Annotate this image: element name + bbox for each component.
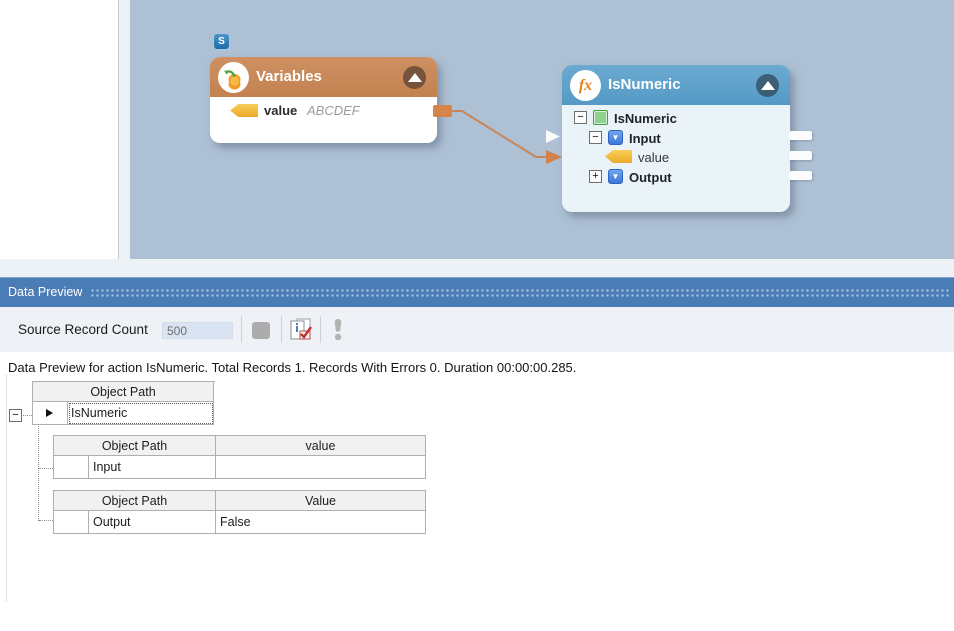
panel-grip-icon [90, 288, 950, 298]
stop-button[interactable] [252, 322, 270, 339]
data-preview-toolbar: Source Record Count [0, 307, 954, 352]
variable-value[interactable]: ABCDEF [307, 103, 360, 118]
input-result-table: Object Path value Input [53, 435, 426, 479]
triangle-up-icon [407, 73, 422, 82]
row-marker-icon [46, 409, 53, 417]
cell-input-path[interactable]: Input [89, 456, 216, 479]
isnumeric-port-3[interactable] [789, 171, 812, 180]
node-group-icon [608, 130, 623, 145]
field-tag-icon [605, 150, 632, 163]
panel-title: Data Preview [8, 285, 83, 299]
column-header: value [216, 436, 426, 456]
collapse-minus-icon[interactable] [589, 131, 602, 144]
tree-label: Output [629, 170, 672, 185]
step-badge[interactable]: S [213, 33, 230, 50]
variable-name[interactable]: value [264, 103, 297, 118]
source-record-count-label: Source Record Count [18, 322, 148, 337]
tree-row-input[interactable]: Input [562, 130, 790, 148]
left-panel-strip [119, 0, 130, 259]
toolbar-separator [241, 316, 242, 343]
tree-line [38, 426, 39, 521]
collapse-button[interactable] [403, 66, 426, 89]
tree-line [23, 415, 32, 416]
data-preview-panel-header[interactable]: Data Preview [0, 277, 954, 307]
field-tag-icon [230, 104, 258, 117]
preview-status-text: Data Preview for action IsNumeric. Total… [8, 360, 577, 375]
triangle-up-icon [760, 81, 775, 90]
row-collapse-minus-icon[interactable] [9, 409, 22, 422]
cell-isnumeric[interactable]: IsNumeric [68, 402, 214, 425]
tree-row-value[interactable]: value [562, 149, 790, 167]
variables-output-port[interactable] [433, 105, 452, 117]
node-group-icon [608, 169, 623, 184]
tree-label: value [638, 150, 670, 165]
root-result-table: Object Path IsNumeric [32, 381, 215, 425]
tree-row-isnumeric[interactable]: IsNumeric [562, 110, 790, 128]
column-header: Object Path [33, 382, 214, 402]
node-variables-title: Variables [256, 68, 322, 85]
function-icon: fx [570, 70, 601, 101]
column-header: Object Path [54, 491, 216, 511]
row-selector-cell[interactable] [54, 456, 89, 479]
isnumeric-port-2[interactable] [789, 151, 812, 160]
errors-button[interactable] [331, 318, 345, 342]
node-isnumeric-title: IsNumeric [608, 76, 681, 93]
tree-line [39, 520, 53, 521]
tree-row-output[interactable]: Output [562, 169, 790, 187]
node-isnumeric[interactable]: fx IsNumeric IsNumeric Input value Outpu… [562, 65, 790, 212]
collapse-minus-icon[interactable] [574, 111, 587, 124]
tree-label: IsNumeric [614, 111, 677, 126]
cell-input-value[interactable] [216, 456, 426, 479]
tree-line [39, 468, 53, 469]
isnumeric-port-1[interactable] [789, 131, 812, 140]
source-record-count-input[interactable] [162, 322, 233, 339]
column-header: Object Path [54, 436, 216, 456]
output-result-table: Object Path Value Output False [53, 490, 426, 534]
app-window: S Variables value ABCDEF fx IsNumeric − … [0, 0, 954, 631]
collapse-button[interactable] [756, 74, 779, 97]
view-report-button[interactable] [288, 317, 314, 343]
toolbar-separator [281, 316, 282, 343]
toolbar-separator [320, 316, 321, 343]
node-variables[interactable]: Variables value ABCDEF [210, 57, 437, 143]
element-icon [593, 110, 608, 125]
splitter[interactable] [0, 259, 954, 277]
cell-output-path[interactable]: Output [89, 511, 216, 534]
row-selector-cell[interactable] [54, 511, 89, 534]
expand-plus-icon[interactable] [589, 170, 602, 183]
variables-icon [218, 62, 249, 93]
tree-label: Input [629, 131, 661, 146]
cell-output-value[interactable]: False [216, 511, 426, 534]
row-selector-cell[interactable] [33, 402, 68, 425]
column-header: Value [216, 491, 426, 511]
left-panel [0, 0, 118, 259]
panel-edge-line [6, 374, 7, 602]
